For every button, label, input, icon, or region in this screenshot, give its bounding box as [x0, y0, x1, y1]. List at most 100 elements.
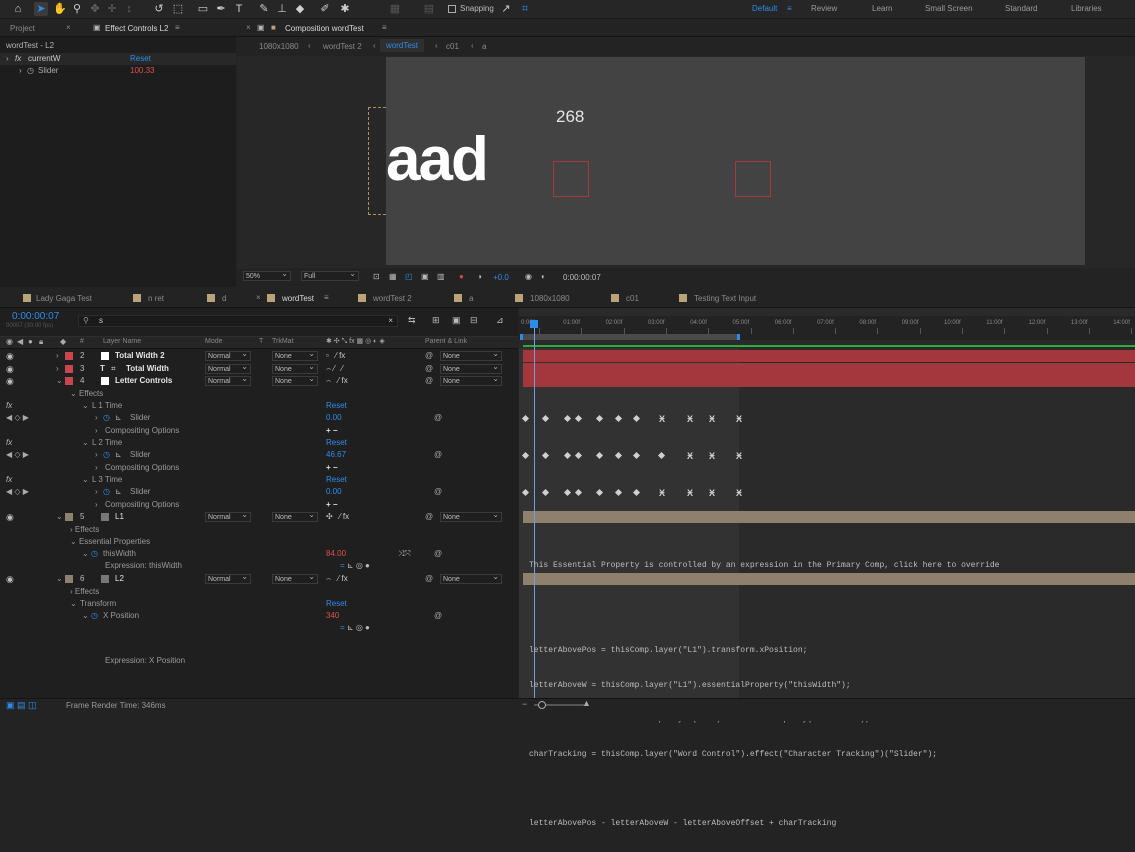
visibility-eye-icon[interactable]: ◉: [6, 375, 14, 387]
work-area-bar[interactable]: [520, 334, 740, 340]
xposition-value[interactable]: 340: [326, 610, 339, 622]
audio-icon[interactable]: ◀: [17, 337, 23, 346]
switches[interactable]: ✣ ⁄ fx: [326, 511, 349, 523]
comp-mini-flowchart-icon[interactable]: ⇆: [408, 315, 416, 326]
effects-group[interactable]: › Effects: [70, 524, 99, 536]
mode-select[interactable]: Normal: [205, 374, 251, 386]
keyframe-nav[interactable]: ◀ ◇ ▶: [6, 412, 29, 424]
effect-l3-time[interactable]: fx ⌄ L 3 Time Reset: [0, 474, 518, 486]
layer-bar-6[interactable]: [523, 573, 1135, 585]
stopwatch-icon[interactable]: ◷: [103, 486, 110, 498]
breadcrumb-item[interactable]: c01: [446, 42, 459, 51]
label-color[interactable]: [65, 575, 73, 583]
layer-name[interactable]: L2: [115, 573, 124, 585]
workspace-review[interactable]: Review: [811, 4, 837, 13]
mode-select[interactable]: Normal: [205, 362, 251, 374]
keyframe-hold[interactable]: Ӿ: [687, 489, 693, 498]
camera-tool-icon[interactable]: ⬚: [171, 2, 185, 16]
exposure-value[interactable]: +0.0: [493, 273, 509, 282]
distribute-icon[interactable]: ▤: [422, 2, 436, 16]
layer-name[interactable]: Total Width 2: [115, 350, 165, 362]
layer-row-3[interactable]: ◉ › 3 T ⌗ Total Width Normal None ⌢ ⁄ ⁄ …: [0, 362, 518, 375]
effect-row[interactable]: › fx currentW Reset: [0, 53, 236, 65]
keyframe-hold[interactable]: Ӿ: [709, 452, 715, 461]
stopwatch-icon[interactable]: ◷: [103, 449, 110, 461]
zoom-tool-icon[interactable]: ⚲: [70, 2, 84, 16]
keyframe-nav[interactable]: ◀ ◇ ▶: [6, 486, 29, 498]
snapshot-icon[interactable]: ◉: [525, 272, 532, 281]
roto-brush-icon[interactable]: ✐: [318, 2, 332, 16]
lock-icon[interactable]: ▣: [93, 23, 101, 32]
layer-row-6[interactable]: ◉ ⌄ 6 L2 Normal None ⌢ ⁄ fx @ None: [0, 572, 518, 585]
timeline-tab[interactable]: d: [222, 294, 226, 303]
mode-select[interactable]: Normal: [205, 349, 251, 361]
parent-select[interactable]: None: [440, 362, 502, 374]
layer-search-input[interactable]: ⚲ s ×: [78, 315, 398, 327]
override-icon[interactable]: ⤨⤧: [398, 548, 411, 560]
show-snapshot-icon[interactable]: ◐: [541, 272, 546, 281]
workspace-small-screen[interactable]: Small Screen: [925, 4, 973, 13]
visibility-eye-icon[interactable]: ◉: [6, 573, 14, 585]
pickwhip-icon[interactable]: @: [434, 486, 442, 498]
slider-value[interactable]: 100.33: [130, 65, 154, 77]
layer-switches-icon[interactable]: ▣ ▤ ◫: [6, 700, 37, 711]
stopwatch-icon[interactable]: ◷: [91, 548, 98, 560]
add-remove-icon[interactable]: + −: [326, 425, 338, 437]
breadcrumb-item[interactable]: wordTest 2: [323, 42, 362, 51]
snapping-checkbox[interactable]: [448, 5, 456, 13]
layer-row-2[interactable]: ◉ › 2 Total Width 2 Normal None ▫ ⁄ fx @…: [0, 349, 518, 362]
trkmat-select[interactable]: None: [272, 374, 318, 386]
switches[interactable]: ⌢ ⁄ fx: [326, 375, 348, 387]
effects-group[interactable]: › Effects: [70, 586, 99, 598]
stamp-tool-icon[interactable]: ⊥: [275, 2, 289, 16]
pan-tool-icon[interactable]: ✛: [105, 2, 119, 16]
transparency-grid-icon[interactable]: ▦: [389, 272, 397, 281]
workspace-learn[interactable]: Learn: [872, 4, 892, 13]
reset-link[interactable]: Reset: [326, 474, 347, 486]
view-layout-icon[interactable]: ▥: [437, 272, 445, 281]
zoom-out-icon[interactable]: −: [522, 699, 527, 709]
layer-row-4[interactable]: ◉ ⌄ 4 Letter Controls Normal None ⌢ ⁄ fx…: [0, 374, 518, 387]
time-ruler[interactable]: 0:00f 01:00f 02:00f 03:00f 04:00f 05:00f 06:00…: [519, 316, 1135, 340]
timeline-track-area[interactable]: 0:00f 01:00f 02:00f 03:00f 04:00f 05:00f 06:00…: [519, 308, 1135, 828]
fx-icon[interactable]: fx: [6, 437, 12, 449]
expression-controls-icon[interactable]: = ⊾ ◎ ●: [340, 560, 370, 572]
selection-tool-icon[interactable]: ➤: [34, 2, 48, 16]
lock-icon[interactable]: ▣: [257, 23, 265, 32]
label-color[interactable]: [65, 377, 73, 385]
composition-viewer[interactable]: 268 aad: [237, 56, 1135, 268]
workspace-menu-icon[interactable]: ≡: [787, 4, 792, 13]
timeline-tab[interactable]: a: [469, 294, 473, 303]
stopwatch-icon[interactable]: ◷: [27, 65, 34, 77]
keyframe-hold[interactable]: Ӿ: [736, 452, 742, 461]
shy-icon[interactable]: ▣: [452, 315, 461, 326]
reset-link[interactable]: Reset: [326, 598, 347, 610]
panel-menu-icon[interactable]: ≡: [324, 293, 329, 302]
brush-tool-icon[interactable]: ✎: [257, 2, 271, 16]
compositing-options[interactable]: › Compositing Options + −: [0, 425, 518, 437]
lock-icon[interactable]: 🔒︎: [39, 337, 43, 347]
label-color[interactable]: [65, 513, 73, 521]
pickwhip-icon[interactable]: @: [434, 412, 442, 424]
expression-controls-icon[interactable]: = ⊾ ◎ ●: [340, 622, 370, 634]
layer-bar-2[interactable]: [523, 350, 1135, 362]
hand-tool-icon[interactable]: ✋: [53, 2, 67, 16]
pickwhip-icon[interactable]: @: [425, 573, 433, 585]
mode-select[interactable]: Normal: [205, 572, 251, 584]
zoom-slider-thumb[interactable]: [538, 701, 546, 709]
puppet-pin-icon[interactable]: ✱: [338, 2, 352, 16]
layer-bar-4[interactable]: [523, 375, 1135, 387]
switches[interactable]: ⌢ ⁄ fx: [326, 573, 348, 585]
orbit-tool-icon[interactable]: ✥: [88, 2, 102, 16]
effect-l1-time[interactable]: fx ⌄ L 1 Time Reset: [0, 400, 518, 412]
timeline-tab[interactable]: wordTest 2: [373, 294, 412, 303]
layer-row-5[interactable]: ◉ ⌄ 5 L1 Normal None ✣ ⁄ fx @ None: [0, 510, 518, 523]
reset-link[interactable]: Reset: [326, 437, 347, 449]
label-color[interactable]: [65, 365, 73, 373]
zoom-in-icon[interactable]: ▲: [582, 698, 591, 708]
label-color[interactable]: [65, 352, 73, 360]
layer-name[interactable]: Total Width: [126, 363, 169, 375]
close-icon[interactable]: ×: [246, 23, 251, 32]
timeline-tab[interactable]: 1080x1080: [530, 294, 570, 303]
timeline-tab[interactable]: n ret: [148, 294, 164, 303]
